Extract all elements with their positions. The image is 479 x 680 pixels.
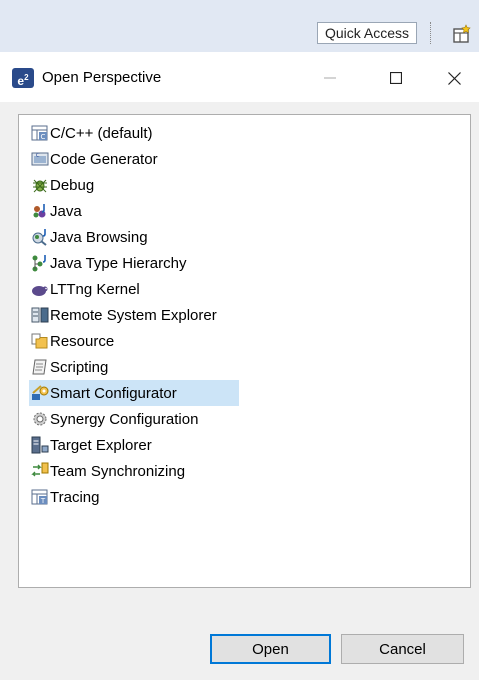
perspective-label: Team Synchronizing — [50, 462, 186, 480]
list-item-target-explorer[interactable]: Target Explorer — [31, 432, 470, 458]
list-item-java-browsing[interactable]: Java Browsing — [31, 224, 470, 250]
toolbar-separator — [430, 22, 433, 44]
code-generator-icon: C — [31, 152, 49, 166]
minimize-button[interactable] — [312, 62, 348, 92]
perspective-label: Target Explorer — [50, 436, 152, 454]
perspective-label: C/C++ (default) — [50, 124, 153, 142]
perspective-label: Tracing — [50, 488, 100, 506]
debug-icon — [33, 179, 47, 193]
open-perspective-icon[interactable] — [452, 24, 472, 44]
list-item-resource[interactable]: Resource — [31, 328, 470, 354]
perspective-list[interactable]: C C/C++ (default) C Code Generator Debug… — [18, 114, 471, 588]
svg-text:C: C — [41, 133, 46, 141]
synergy-configuration-icon — [33, 412, 47, 426]
lttng-kernel-icon — [32, 286, 48, 296]
maximize-icon — [389, 72, 403, 85]
main-toolbar: Quick Access — [0, 0, 479, 52]
list-item-cpp-default[interactable]: C C/C++ (default) — [31, 120, 470, 146]
dialog-content: C C/C++ (default) C Code Generator Debug… — [0, 102, 479, 680]
list-item-code-generator[interactable]: C Code Generator — [31, 146, 470, 172]
list-item-team-synchronizing[interactable]: Team Synchronizing — [31, 458, 470, 484]
perspective-label: Smart Configurator — [50, 384, 177, 402]
smart-configurator-icon — [32, 385, 49, 400]
perspective-label: Scripting — [50, 358, 109, 376]
target-explorer-icon — [31, 436, 49, 454]
java-icon — [33, 204, 46, 218]
cancel-button[interactable]: Cancel — [341, 634, 464, 664]
list-item-smart-configurator[interactable]: Smart Configurator — [29, 380, 239, 406]
perspective-label: Synergy Configuration — [50, 410, 199, 428]
tracing-icon: T — [31, 489, 48, 505]
app-icon-superscript: 2 — [24, 73, 29, 82]
list-item-remote-system-explorer[interactable]: Remote System Explorer — [31, 302, 470, 328]
list-item-synergy-configuration[interactable]: Synergy Configuration — [31, 406, 470, 432]
list-item-debug[interactable]: Debug — [31, 172, 470, 198]
perspective-label: Resource — [50, 332, 115, 350]
perspective-label: Debug — [50, 176, 95, 194]
perspective-label: Java — [50, 202, 82, 220]
dialog-title: Open Perspective — [42, 69, 162, 86]
list-item-tracing[interactable]: T Tracing — [31, 484, 470, 510]
perspective-label: Java Type Hierarchy — [50, 254, 187, 272]
java-browsing-icon — [32, 229, 47, 246]
quick-access-field[interactable]: Quick Access — [317, 22, 417, 44]
open-perspective-dialog: e2 Open Perspective C C/C++ (default) C … — [0, 52, 479, 680]
close-icon — [447, 71, 461, 85]
resource-icon — [31, 333, 48, 349]
minimize-icon — [324, 77, 336, 79]
list-item-java-type-hierarchy[interactable]: Java Type Hierarchy — [31, 250, 470, 276]
perspective-label: Code Generator — [50, 150, 158, 168]
dialog-titlebar[interactable]: e2 Open Perspective — [0, 52, 479, 102]
perspective-label: LTTng Kernel — [50, 280, 140, 298]
team-synchronizing-icon — [31, 462, 49, 477]
list-item-java[interactable]: Java — [31, 198, 470, 224]
remote-system-explorer-icon — [31, 307, 49, 323]
list-item-scripting[interactable]: Scripting — [31, 354, 470, 380]
perspective-label: Java Browsing — [50, 228, 148, 246]
open-button[interactable]: Open — [210, 634, 331, 664]
close-button[interactable] — [436, 62, 472, 92]
java-type-hierarchy-icon — [32, 255, 46, 272]
svg-text:T: T — [40, 497, 46, 505]
maximize-button[interactable] — [378, 62, 414, 92]
perspective-label: Remote System Explorer — [50, 306, 217, 324]
scripting-icon — [32, 359, 47, 375]
list-item-lttng-kernel[interactable]: LTTng Kernel — [31, 276, 470, 302]
cpp-perspective-icon: C — [31, 125, 48, 141]
eclipse-app-icon: e2 — [12, 68, 34, 88]
svg-text:C: C — [36, 153, 40, 159]
